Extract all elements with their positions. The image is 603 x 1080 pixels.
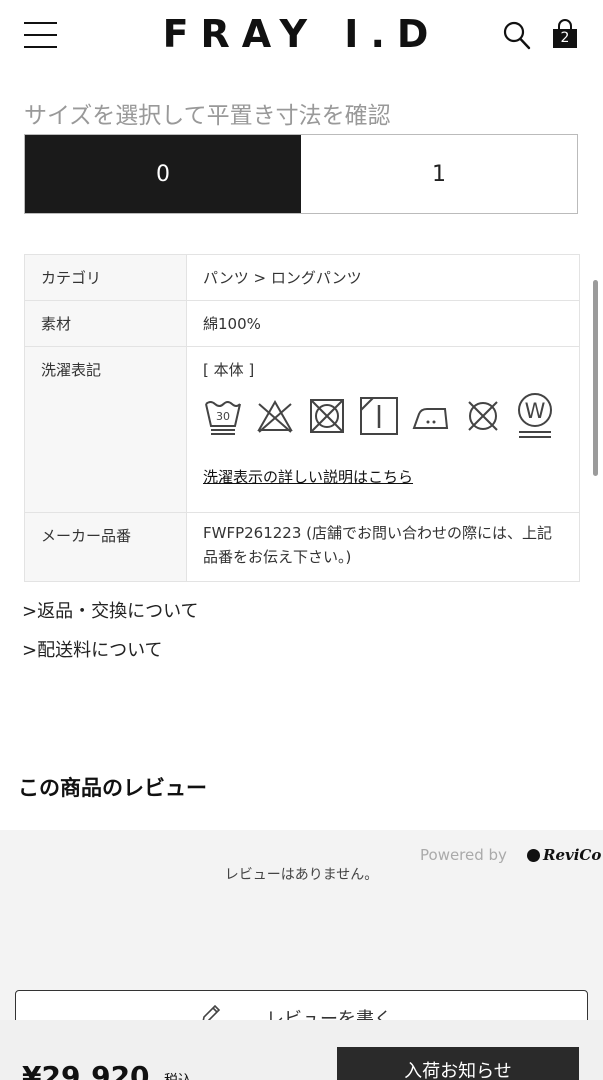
wet-clean-letter: W bbox=[525, 399, 546, 423]
scrollbar[interactable] bbox=[593, 280, 598, 476]
care-part-label: [ 本体 ] bbox=[203, 361, 255, 379]
spec-row-category: カテゴリ パンツ > ロングパンツ bbox=[24, 254, 580, 301]
iron-low-icon bbox=[412, 408, 449, 429]
cart-count-badge: 2 bbox=[560, 30, 570, 46]
returns-link[interactable]: >返品・交換について bbox=[22, 597, 199, 623]
care-icons: 30 W bbox=[203, 392, 563, 440]
line-dry-shade-icon bbox=[360, 397, 398, 435]
restock-notify-button[interactable]: 入荷お知らせ bbox=[337, 1047, 579, 1080]
powered-by-label: Powered by bbox=[420, 846, 507, 864]
restock-notify-label: 入荷お知らせ bbox=[404, 1061, 512, 1080]
size-option-1[interactable]: 1 bbox=[301, 135, 577, 213]
spec-label: 洗濯表記 bbox=[24, 346, 187, 513]
spec-label: 素材 bbox=[24, 300, 187, 347]
search-icon[interactable] bbox=[502, 20, 532, 52]
size-selector: 0 1 bbox=[24, 134, 578, 214]
review-section-title: この商品のレビュー bbox=[18, 776, 207, 800]
product-spec-table: カテゴリ パンツ > ロングパンツ 素材 綿100% 洗濯表記 [ 本体 ] 3… bbox=[24, 254, 580, 582]
revico-logo[interactable]: ReviCo bbox=[543, 846, 601, 864]
spec-label: メーカー品番 bbox=[24, 512, 187, 582]
wash-temperature: 30 bbox=[216, 410, 230, 423]
spec-value: FWFP261223 (店舗でお問い合わせの際には、上記品番をお伝え下さい。) bbox=[186, 512, 580, 582]
cart-button[interactable]: 2 bbox=[550, 19, 580, 51]
spec-row-maker-number: メーカー品番 FWFP261223 (店舗でお問い合わせの際には、上記品番をお伝… bbox=[24, 512, 580, 582]
wash-30-icon: 30 bbox=[205, 401, 241, 435]
no-tumble-dry-icon bbox=[310, 399, 344, 433]
wet-clean-icon: W bbox=[518, 393, 552, 438]
size-heading: サイズを選択して平置き寸法を確認 bbox=[24, 103, 391, 129]
product-price: ¥29,920 bbox=[22, 1060, 150, 1080]
tax-label: 税込 bbox=[164, 1070, 192, 1080]
spec-value: 綿100% bbox=[186, 300, 580, 347]
shipping-link[interactable]: >配送料について bbox=[22, 636, 163, 662]
spec-value: パンツ > ロングパンツ bbox=[186, 254, 580, 301]
spec-row-care: 洗濯表記 [ 本体 ] 30 W 洗濯表示の詳しい説明はこちら bbox=[24, 346, 580, 513]
care-details-link[interactable]: 洗濯表示の詳しい説明はこちら bbox=[203, 466, 413, 487]
spec-row-material: 素材 綿100% bbox=[24, 300, 580, 347]
no-review-message: レビューはありません。 bbox=[224, 867, 379, 883]
revico-logo-icon bbox=[527, 849, 540, 862]
no-dry-clean-icon bbox=[468, 401, 498, 431]
no-bleach-icon bbox=[257, 399, 293, 433]
site-header: FRAY I.D 2 bbox=[0, 0, 603, 72]
purchase-bar: ¥29,920 税込 入荷お知らせ bbox=[0, 1020, 603, 1080]
spec-label: カテゴリ bbox=[24, 254, 187, 301]
size-option-0[interactable]: 0 bbox=[25, 135, 301, 213]
